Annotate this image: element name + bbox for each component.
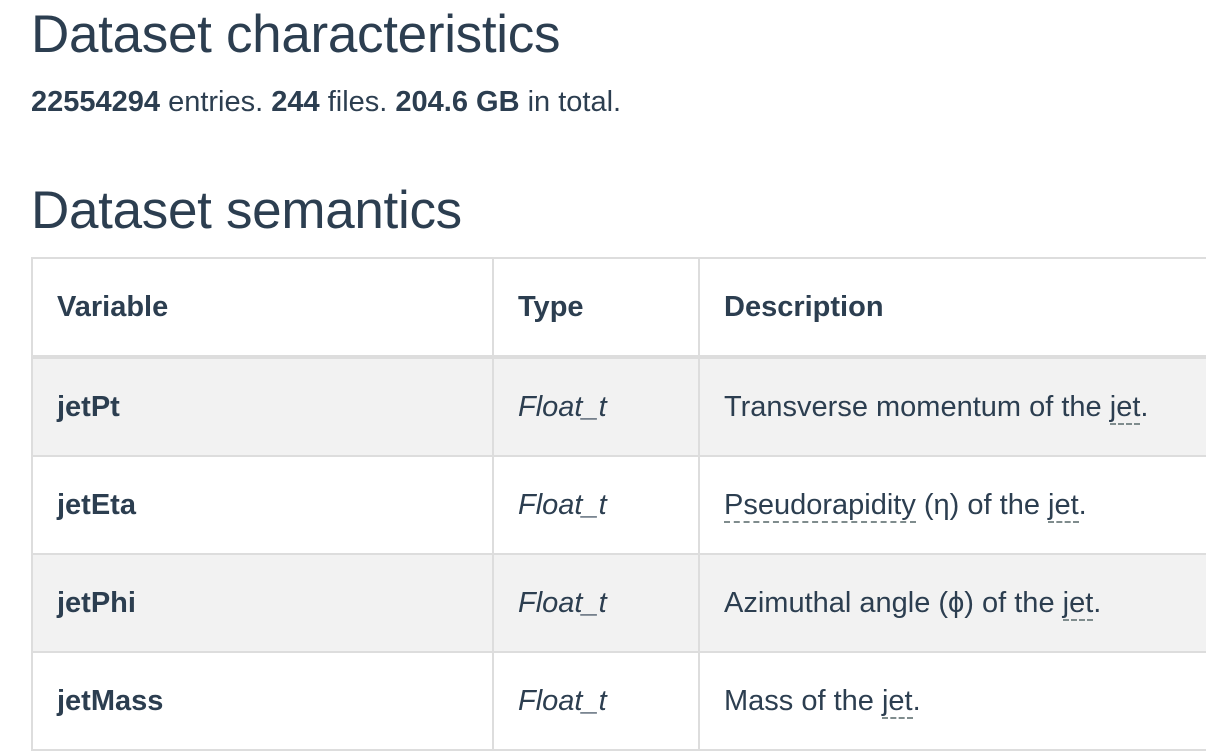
total-size: 204.6 GB <box>395 86 520 118</box>
variable-cell: jetEta <box>31 455 494 555</box>
table-header-row: Variable Type Description <box>31 257 1206 359</box>
description-end: . <box>912 684 921 717</box>
size-label: in total. <box>519 86 622 118</box>
dataset-characteristics-heading: Dataset characteristics <box>31 5 561 64</box>
description-cell: Mass of the jet. <box>698 651 1206 751</box>
entries-count: 22554294 <box>31 86 161 118</box>
column-header-description: Description <box>698 257 1206 359</box>
table-row: jetMass Float_t Mass of the jet. <box>31 651 1206 751</box>
type-cell: Float_t <box>492 455 700 555</box>
description-end: . <box>1140 390 1149 423</box>
variable-cell: jetPhi <box>31 553 494 653</box>
description-cell: Pseudorapidity (η) of the jet. <box>698 455 1206 555</box>
description-cell: Azimuthal angle (ϕ) of the jet. <box>698 553 1206 653</box>
jet-abbreviation[interactable]: jet <box>1048 488 1079 523</box>
page: Dataset characteristics 22554294 entries… <box>31 0 1206 754</box>
table-row: jetEta Float_t Pseudorapidity (η) of the… <box>31 455 1206 555</box>
pseudorapidity-abbreviation[interactable]: Pseudorapidity <box>724 488 916 523</box>
column-header-variable: Variable <box>31 257 494 359</box>
description-text: Azimuthal angle (ϕ) of the <box>724 586 1063 619</box>
type-cell: Float_t <box>492 356 700 457</box>
dataset-semantics-heading: Dataset semantics <box>31 181 462 240</box>
jet-abbreviation[interactable]: jet <box>1109 390 1141 425</box>
description-text: Transverse momentum of the <box>724 390 1110 423</box>
description-cell: Transverse momentum of the jet. <box>698 356 1206 457</box>
type-cell: Float_t <box>492 651 700 751</box>
dataset-stats: 22554294 entries. 244 files. 204.6 GB in… <box>31 86 621 119</box>
jet-abbreviation[interactable]: jet <box>881 684 913 719</box>
table-row: jetPt Float_t Transverse momentum of the… <box>31 356 1206 457</box>
semantics-table: Variable Type Description jetPt Float_t … <box>31 257 1206 751</box>
variable-cell: jetMass <box>31 651 494 751</box>
files-count: 244 <box>271 86 320 118</box>
description-end: . <box>1078 488 1087 521</box>
table-row: jetPhi Float_t Azimuthal angle (ϕ) of th… <box>31 553 1206 653</box>
column-header-type: Type <box>492 257 700 359</box>
files-label: files. <box>319 86 396 118</box>
type-cell: Float_t <box>492 553 700 653</box>
description-text: Mass of the <box>724 684 882 717</box>
description-end: . <box>1093 586 1102 619</box>
semantics-table-container: Variable Type Description jetPt Float_t … <box>31 257 1206 751</box>
jet-abbreviation[interactable]: jet <box>1062 586 1094 621</box>
description-text: (η) of the <box>915 488 1049 521</box>
entries-label: entries. <box>160 86 272 118</box>
variable-cell: jetPt <box>31 356 494 457</box>
